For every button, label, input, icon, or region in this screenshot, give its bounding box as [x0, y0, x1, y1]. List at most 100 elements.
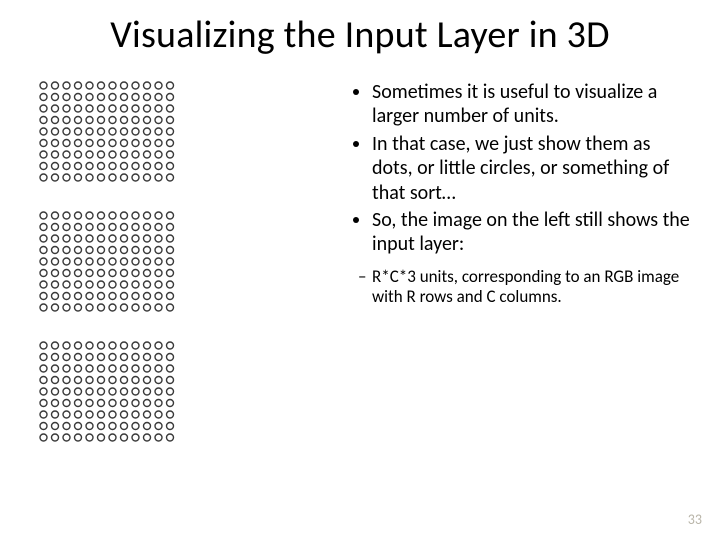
unit-circle	[63, 224, 70, 231]
unit-circle	[121, 365, 128, 372]
unit-circle	[86, 117, 93, 124]
unit-circle	[75, 224, 82, 231]
unit-circle	[75, 174, 82, 181]
unit-circle	[132, 258, 139, 265]
unit-circle	[52, 117, 59, 124]
unit-circle	[167, 117, 174, 124]
unit-circle	[121, 423, 128, 430]
unit-circle	[144, 342, 151, 349]
unit-circle	[109, 377, 116, 384]
unit-circle	[144, 105, 151, 112]
unit-circle	[98, 140, 105, 147]
unit-circle	[63, 128, 70, 135]
unit-circle	[86, 151, 93, 158]
body-text: Sometimes it is useful to visualize a la…	[350, 80, 690, 311]
unit-circle	[86, 140, 93, 147]
unit-circle	[109, 212, 116, 219]
unit-circle	[167, 140, 174, 147]
unit-circle	[109, 258, 116, 265]
unit-circle	[40, 270, 47, 277]
unit-circle	[155, 388, 162, 395]
unit-circle	[98, 293, 105, 300]
unit-circle	[98, 270, 105, 277]
unit-circle	[40, 128, 47, 135]
unit-circle	[109, 247, 116, 254]
unit-circle	[132, 400, 139, 407]
unit-circle	[155, 423, 162, 430]
unit-circle	[132, 212, 139, 219]
unit-circle	[121, 388, 128, 395]
unit-circle	[52, 423, 59, 430]
unit-circle	[167, 247, 174, 254]
unit-circle	[75, 388, 82, 395]
unit-circle	[40, 174, 47, 181]
unit-circle	[109, 411, 116, 418]
unit-circle	[98, 105, 105, 112]
page-title: Visualizing the Input Layer in 3D	[0, 12, 720, 58]
unit-circle	[167, 342, 174, 349]
unit-circle	[167, 82, 174, 89]
unit-circle	[132, 411, 139, 418]
unit-circle	[109, 434, 116, 441]
unit-circle	[109, 235, 116, 242]
unit-circle	[52, 400, 59, 407]
unit-circle	[155, 163, 162, 170]
unit-circle	[75, 151, 82, 158]
unit-circle	[144, 163, 151, 170]
unit-circle	[52, 293, 59, 300]
unit-circle	[75, 105, 82, 112]
unit-circle	[121, 281, 128, 288]
unit-circle	[121, 94, 128, 101]
unit-circle	[52, 212, 59, 219]
unit-circle	[75, 293, 82, 300]
unit-circle	[155, 342, 162, 349]
unit-circle	[132, 163, 139, 170]
unit-circle	[40, 293, 47, 300]
unit-circle	[121, 128, 128, 135]
unit-circle	[75, 281, 82, 288]
unit-circle	[40, 212, 47, 219]
unit-circle	[167, 258, 174, 265]
unit-circle	[98, 94, 105, 101]
unit-circle	[52, 342, 59, 349]
unit-circle	[75, 434, 82, 441]
unit-circle	[63, 423, 70, 430]
unit-circle	[144, 151, 151, 158]
unit-circle	[155, 224, 162, 231]
unit-circle	[155, 247, 162, 254]
unit-circle	[98, 411, 105, 418]
unit-circle	[144, 174, 151, 181]
unit-circle	[40, 365, 47, 372]
unit-circle	[132, 354, 139, 361]
unit-circle	[52, 258, 59, 265]
unit-circle	[86, 434, 93, 441]
unit-circle	[109, 270, 116, 277]
unit-circle	[98, 342, 105, 349]
unit-circle	[75, 365, 82, 372]
unit-circle	[109, 304, 116, 311]
unit-circle	[63, 304, 70, 311]
unit-circle	[52, 281, 59, 288]
unit-circle	[109, 82, 116, 89]
unit-circle	[86, 94, 93, 101]
unit-circle	[40, 342, 47, 349]
unit-circle	[155, 304, 162, 311]
unit-circle	[98, 423, 105, 430]
unit-circle	[86, 174, 93, 181]
unit-circle	[132, 377, 139, 384]
unit-circle	[75, 270, 82, 277]
unit-circle	[109, 342, 116, 349]
unit-circle	[86, 128, 93, 135]
unit-circle	[109, 163, 116, 170]
unit-circle	[155, 411, 162, 418]
unit-circle	[167, 212, 174, 219]
page-number: 33	[688, 511, 702, 528]
unit-circle	[40, 94, 47, 101]
unit-circle	[144, 258, 151, 265]
unit-circle	[144, 411, 151, 418]
unit-circle	[52, 140, 59, 147]
unit-circle	[98, 163, 105, 170]
unit-circle	[63, 151, 70, 158]
unit-circle	[52, 163, 59, 170]
unit-circle	[52, 151, 59, 158]
